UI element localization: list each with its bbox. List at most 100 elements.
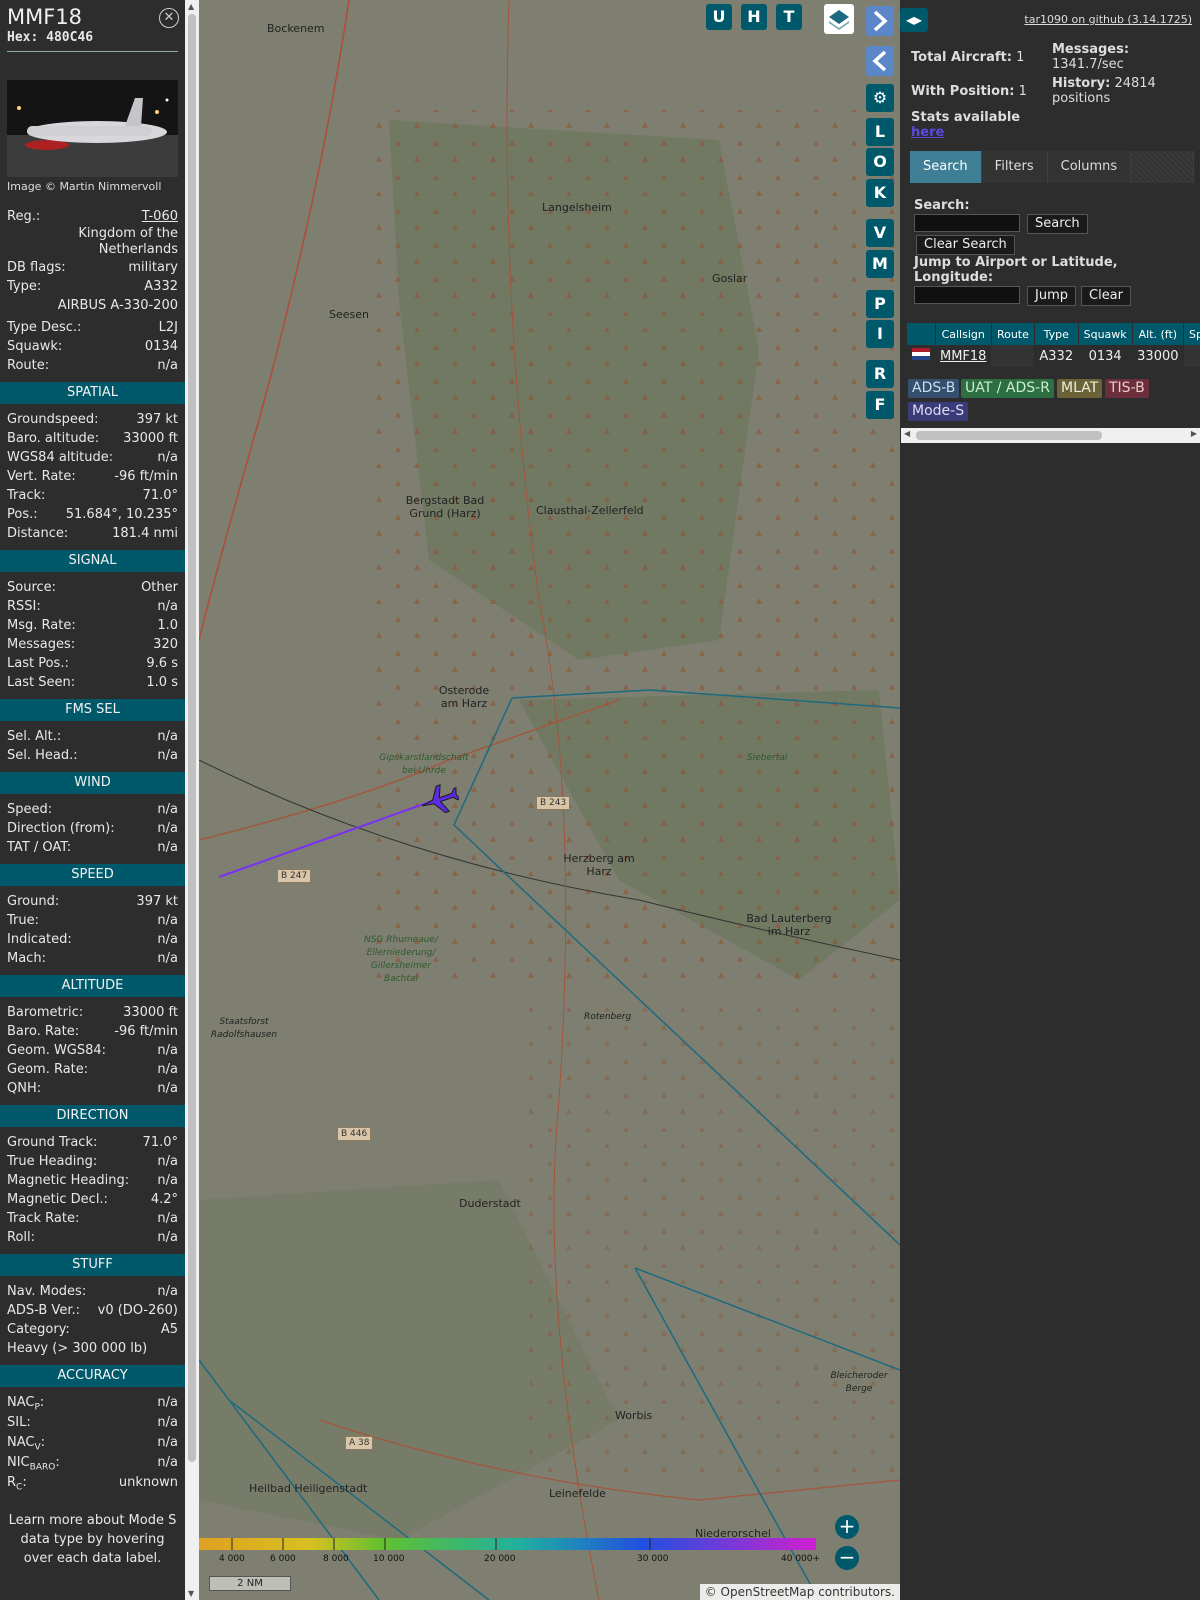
stuff-row: Nav. Modes: n/a [0,1282,185,1301]
zoom-in-button[interactable]: + [835,1515,859,1539]
osm-link[interactable]: OpenStreetMap [721,1585,815,1599]
stats-stat: Stats available here [911,110,1020,140]
direction-row: Magnetic Decl.: 4.2° [0,1190,185,1209]
clear-button[interactable]: Clear [1081,286,1131,306]
toggle-sidebar-button[interactable]: ◂▸ [900,8,928,32]
close-icon[interactable]: ✕ [159,8,179,28]
accuracy-label-suffix: : [40,1435,46,1450]
accuracy-list: NACP: n/a SIL: n/a NACV: n/a NICBARO: n/a RC: unk… [0,1393,185,1493]
spatial-value: 51.684°, 10.235° [65,507,178,522]
typedesc-label: Type Desc.: [7,320,82,335]
altitude-label: Barometric: [7,1005,84,1020]
altitude-row: Barometric: 33000 ft [0,1003,185,1022]
stuff-label: Category: [7,1322,70,1337]
spatial-row: Pos.: 51.684°, 10.235° [0,505,185,524]
reg-label: Reg.: [7,209,41,224]
toggle-i-button[interactable]: I [866,320,894,348]
column-header[interactable] [907,323,936,345]
collapse-sidebar-button[interactable] [866,46,894,76]
table-row[interactable]: MMF18 A332 0134 33000 [907,345,1200,367]
scroll-down-icon[interactable]: ▼ [188,1589,194,1598]
altitude-row: Baro. Rate: -96 ft/min [0,1022,185,1041]
speed-label: True: [7,913,39,928]
accuracy-label: RC: [7,1473,27,1493]
section-stuff: STUFF [0,1254,185,1276]
search-button[interactable]: Search [1027,214,1088,234]
place-label: NSG Rhumeaue/ Ellerniederung/ Gillershei… [363,935,439,984]
aircraft-table: Callsign Route Type Squawk Alt. (ft) Spd… [907,323,1200,367]
accuracy-row: NACV: n/a [0,1433,185,1453]
stats-link[interactable]: here [911,125,944,140]
accuracy-label-text: NIC [7,1455,30,1470]
column-header[interactable]: Callsign [935,323,992,345]
scroll-left-icon[interactable]: ◀ [904,429,910,438]
column-header[interactable]: Squawk [1078,323,1133,345]
toggle-m-button[interactable]: M [866,250,894,278]
toggle-p-button[interactable]: P [866,290,894,318]
info-scrollbar[interactable]: ▲ ▼ [185,0,199,1600]
jump-input[interactable] [914,286,1020,304]
signal-row: Msg. Rate: 1.0 [0,616,185,635]
column-header[interactable]: Type [1034,323,1079,345]
scroll-right-icon[interactable]: ▶ [1191,429,1197,438]
zoom-out-button[interactable]: − [835,1546,859,1570]
tab-search[interactable]: Search [910,151,982,183]
column-header[interactable]: Alt. (ft) [1132,323,1185,345]
column-header[interactable]: Route [991,323,1035,345]
signal-row: RSSI: n/a [0,597,185,616]
direction-value: 71.0° [142,1135,178,1150]
accuracy-value: n/a [157,1455,178,1470]
toggle-h-button[interactable]: H [741,4,767,30]
signal-value: 9.6 s [146,656,178,671]
tab-filters[interactable]: Filters [982,151,1048,183]
speed-row: True: n/a [0,911,185,930]
accuracy-row: RC: unknown [0,1473,185,1493]
expand-sidebar-button[interactable] [866,6,894,36]
layers-button[interactable] [824,4,854,34]
scale-bar: 2 NM [209,1576,291,1591]
toggle-t-button[interactable]: T [776,4,802,30]
gear-icon: ⚙ [872,88,888,107]
scroll-up-icon[interactable]: ▲ [188,2,194,11]
reg-link[interactable]: T-060 [142,207,178,226]
spatial-value: 181.4 nmi [112,526,178,541]
map-canvas[interactable]: Bockenem Langelsheim Goslar Seesen Bergs… [199,0,900,1600]
toggle-u-button[interactable]: U [706,4,732,30]
aircraft-photo[interactable] [7,80,178,177]
accuracy-label: NICBARO: [7,1453,60,1473]
place-label: Langelsheim [542,201,612,214]
github-link[interactable]: tar1090 on github (3.14.1725) [1024,13,1192,26]
aircraft-icon[interactable] [419,782,459,818]
toggle-o-button[interactable]: O [866,148,894,176]
footer-note: Learn more about Mode S data type by hov… [8,1513,177,1566]
category-desc: Heavy (> 300 000 lb) [7,1341,148,1356]
clear-search-button[interactable]: Clear Search [916,235,1015,255]
tab-columns[interactable]: Columns [1048,151,1132,183]
toggle-k-button[interactable]: K [866,179,894,207]
signal-row: Source: Other [0,578,185,597]
hscroll-thumb[interactable] [916,431,1102,440]
direction-value: 4.2° [150,1192,178,1207]
spatial-value: 71.0° [142,488,178,503]
altitude-row: Geom. Rate: n/a [0,1060,185,1079]
toggle-f-button[interactable]: F [866,391,894,419]
toggle-v-button[interactable]: V [866,219,894,247]
section-signal: SIGNAL [0,550,185,572]
row-callsign[interactable]: MMF18 [935,345,991,367]
column-header[interactable]: Spd. [1183,323,1200,345]
toggle-r-button[interactable]: R [866,360,894,388]
accuracy-row: NICBARO: n/a [0,1453,185,1473]
search-input[interactable] [914,214,1020,232]
toggle-l-button[interactable]: L [866,118,894,146]
jump-button[interactable]: Jump [1027,286,1076,306]
table-hscrollbar[interactable]: ◀ ▶ [901,428,1200,443]
squawk-value: 0134 [144,339,178,354]
settings-button[interactable]: ⚙ [866,84,894,112]
altitude-value: n/a [157,1062,178,1077]
section-altitude: ALTITUDE [0,975,185,997]
messages-label: Messages: [1052,42,1130,57]
scroll-thumb[interactable] [188,14,196,1462]
spatial-label: Baro. altitude: [7,431,100,446]
place-label: Gipskarstlandschaft bei Uhrde [379,753,469,776]
accuracy-label-suffix: : [55,1455,60,1470]
